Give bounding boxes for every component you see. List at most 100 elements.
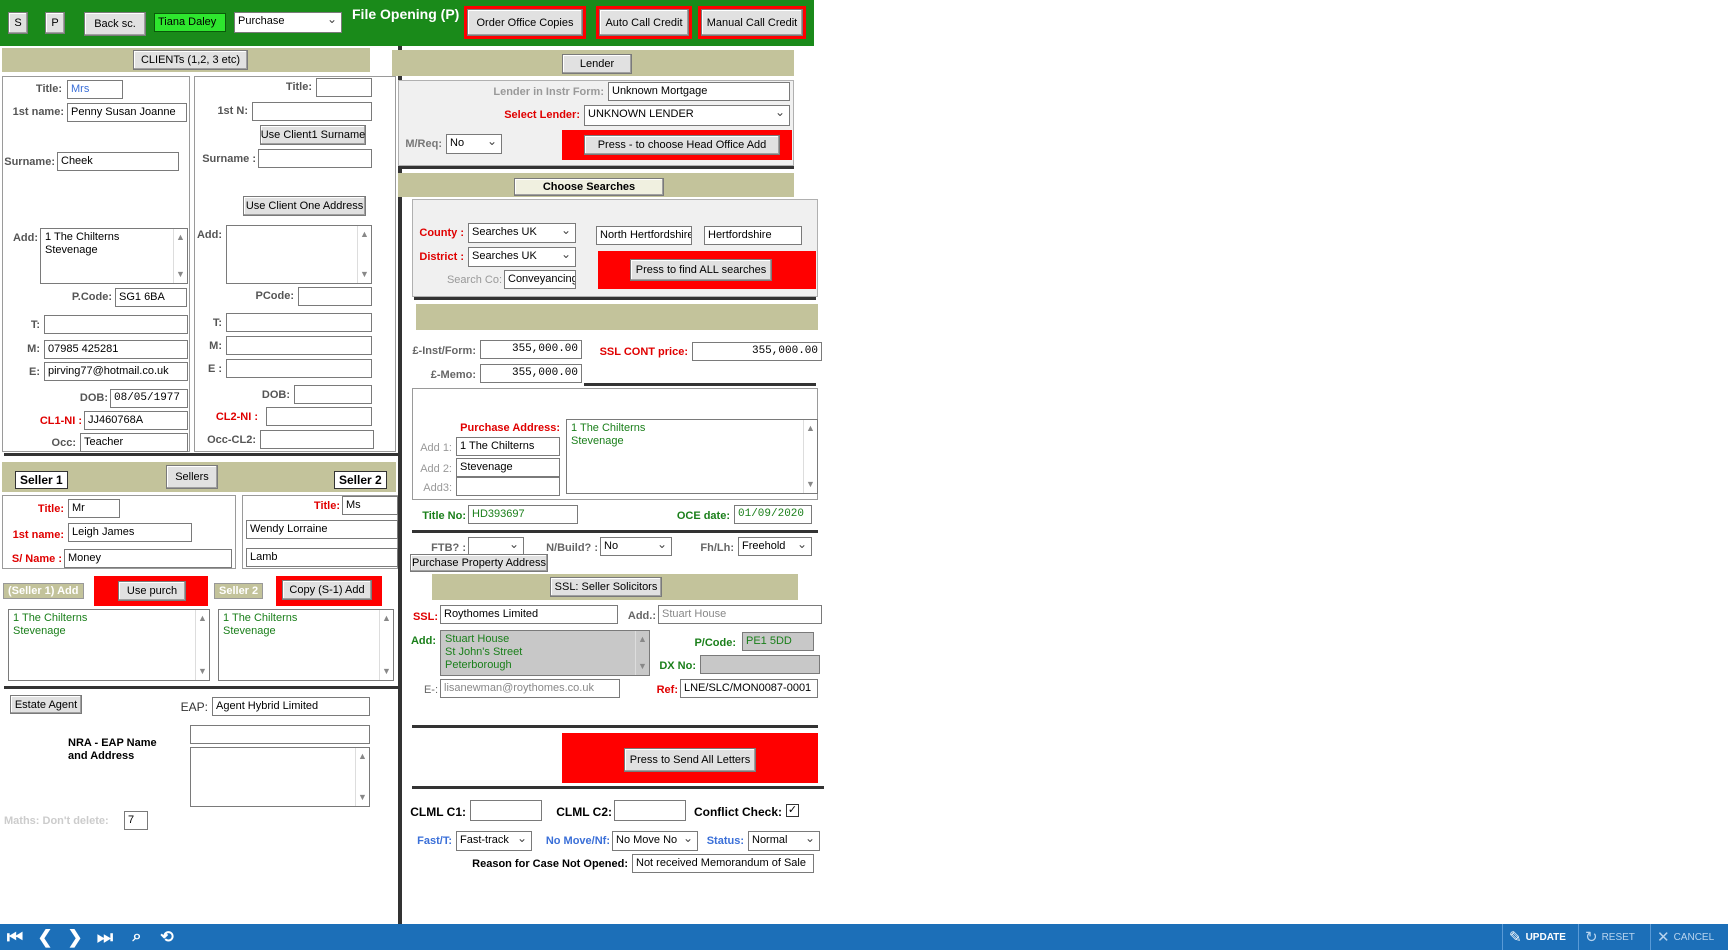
c2-ni-field[interactable] (266, 407, 372, 426)
s1-first-field[interactable]: Leigh James (68, 523, 192, 542)
search-refresh-icon[interactable]: ⟲ (154, 926, 180, 948)
previous-record-icon[interactable]: ❮ (32, 926, 58, 948)
new-build-select[interactable]: No (600, 537, 672, 556)
mreq-select[interactable]: No (446, 134, 502, 154)
clml2-field[interactable] (614, 800, 686, 821)
head-office-button[interactable]: Press - to choose Head Office Add (584, 135, 780, 155)
c1-surname-field[interactable]: Cheek (57, 152, 179, 171)
conflict-check-checkbox[interactable]: ✓ (786, 804, 799, 817)
dx-no-field[interactable] (700, 655, 820, 674)
c2-m-field[interactable] (226, 336, 372, 355)
status-select[interactable]: Normal (748, 831, 820, 851)
s2-first-field[interactable]: Wendy Lorraine (246, 520, 398, 539)
c1-address-field[interactable]: 1 The Chilterns Stevenage ▲ ▼ (40, 228, 188, 284)
next-record-icon[interactable]: ❯ (62, 926, 88, 948)
scroll-down-icon[interactable]: ▼ (360, 268, 369, 281)
manual-call-credit-button[interactable]: Manual Call Credit (701, 9, 803, 36)
use-purch-button[interactable]: Use purch (118, 581, 186, 601)
textarea-scrollbar[interactable]: ▲ ▼ (379, 610, 393, 680)
textarea-scrollbar[interactable]: ▲ ▼ (635, 631, 649, 675)
county-name-field[interactable]: Hertfordshire (704, 226, 802, 245)
s2-title-field[interactable]: Ms (342, 496, 398, 515)
c2-address-field[interactable]: ▲ ▼ (226, 225, 372, 284)
c1-pcode-field[interactable]: SG1 6BA (115, 288, 187, 307)
c1-dob-field[interactable]: 08/05/1977 (110, 389, 188, 408)
clients-button[interactable]: CLIENTs (1,2, 3 etc) (133, 50, 248, 70)
fast-track-select[interactable]: Fast-track (456, 831, 532, 851)
add3-field[interactable] (456, 477, 560, 496)
add2-field[interactable]: Stevenage (456, 458, 560, 477)
ssl-cont-price-field[interactable]: 355,000.00 (692, 342, 822, 361)
textarea-scrollbar[interactable]: ▲ ▼ (803, 420, 817, 493)
clml1-field[interactable] (470, 800, 542, 821)
reason-field[interactable]: Not received Memorandum of Sale (632, 854, 814, 873)
use-client-one-address-button[interactable]: Use Client One Address (243, 196, 366, 216)
reset-button[interactable]: ↻ RESET (1578, 924, 1650, 950)
c1-email-field[interactable]: pirving77@hotmail.co.uk (44, 362, 188, 381)
scroll-down-icon[interactable]: ▼ (806, 478, 815, 491)
inst-form-price-field[interactable]: 355,000.00 (480, 340, 582, 359)
s1-surname-field[interactable]: Money (64, 549, 232, 568)
textarea-scrollbar[interactable]: ▲ ▼ (355, 748, 369, 806)
scroll-up-icon[interactable]: ▲ (382, 612, 391, 625)
search-icon[interactable]: ⌕ (124, 926, 150, 948)
p-button[interactable]: P (45, 12, 65, 34)
title-no-field[interactable]: HD393697 (468, 505, 578, 524)
ssl-address-field[interactable]: Stuart House St John's Street Peterborou… (440, 630, 650, 676)
seller1-address-field[interactable]: 1 The Chilterns Stevenage ▲ ▼ (8, 609, 210, 681)
s2-surname-field[interactable]: Lamb (246, 548, 398, 567)
textarea-scrollbar[interactable]: ▲ ▼ (357, 226, 371, 283)
scroll-up-icon[interactable]: ▲ (198, 612, 207, 625)
scroll-down-icon[interactable]: ▼ (176, 268, 185, 281)
scroll-down-icon[interactable]: ▼ (638, 660, 647, 673)
eap-field[interactable]: Agent Hybrid Limited (212, 697, 370, 716)
copy-s1-address-button[interactable]: Copy (S-1) Add (282, 580, 372, 600)
c1-m-field[interactable]: 07985 425281 (44, 340, 188, 359)
choose-searches-button[interactable]: Choose Searches (514, 178, 664, 196)
ssl-name-field[interactable]: Roythomes Limited (440, 605, 618, 624)
district-select[interactable]: Searches UK (468, 247, 576, 267)
scroll-up-icon[interactable]: ▲ (358, 750, 367, 763)
c1-title-field[interactable]: Mrs (67, 80, 123, 99)
memo-price-field[interactable]: 355,000.00 (480, 364, 582, 383)
c2-occ-field[interactable] (260, 430, 374, 449)
c1-ni-field[interactable]: JJ460768A (84, 411, 188, 430)
auto-call-credit-button[interactable]: Auto Call Credit (599, 9, 689, 36)
lender-instr-field[interactable]: Unknown Mortgage (608, 82, 790, 101)
s-button[interactable]: S (8, 12, 28, 34)
c1-occ-field[interactable]: Teacher (80, 433, 188, 452)
send-all-letters-button[interactable]: Press to Send All Letters (624, 748, 756, 772)
order-office-copies-button[interactable]: Order Office Copies (467, 9, 583, 36)
last-record-icon[interactable]: ⏭ (92, 926, 118, 948)
maths-field[interactable]: 7 (124, 811, 148, 830)
c2-first-field[interactable] (252, 102, 372, 121)
c2-email-field[interactable] (226, 359, 372, 378)
use-client1-surname-button[interactable]: Use Client1 Surname (260, 125, 366, 145)
textarea-scrollbar[interactable]: ▲ ▼ (195, 610, 209, 680)
c2-pcode-field[interactable] (298, 287, 372, 306)
c2-dob-field[interactable] (294, 385, 372, 404)
ssl-pcode-field[interactable]: PE1 5DD (742, 632, 814, 651)
seller2-address-field[interactable]: 1 The Chilterns Stevenage ▲ ▼ (218, 609, 394, 681)
lender-button[interactable]: Lender (562, 54, 632, 74)
c1-t-field[interactable] (44, 315, 188, 334)
district-name-field[interactable]: North Hertfordshire (596, 226, 692, 245)
first-record-icon[interactable]: ⏮ (2, 926, 28, 948)
scroll-up-icon[interactable]: ▲ (176, 231, 185, 244)
update-button[interactable]: ✎ UPDATE (1502, 924, 1578, 950)
user-name-field[interactable]: Tiana Daley (154, 13, 226, 32)
ssl-ref-field[interactable]: LNE/SLC/MON0087-0001 (680, 679, 818, 698)
s1-title-field[interactable]: Mr (68, 499, 120, 518)
textarea-scrollbar[interactable]: ▲ ▼ (173, 229, 187, 283)
purchase-address-field[interactable]: 1 The Chilterns Stevenage ▲ ▼ (566, 419, 818, 494)
add1-field[interactable]: 1 The Chilterns (456, 437, 560, 456)
back-screen-button[interactable]: Back sc. (84, 12, 146, 36)
c1-first-field[interactable]: Penny Susan Joanne (67, 103, 187, 122)
c2-t-field[interactable] (226, 313, 372, 332)
cancel-button[interactable]: ✕ CANCEL (1650, 924, 1728, 950)
c2-title-field[interactable] (316, 78, 372, 97)
county-select[interactable]: Searches UK (468, 223, 576, 243)
purchase-property-address-button[interactable]: Purchase Property Address (410, 554, 548, 572)
scroll-up-icon[interactable]: ▲ (638, 633, 647, 646)
oce-date-field[interactable]: 01/09/2020 (734, 505, 812, 524)
